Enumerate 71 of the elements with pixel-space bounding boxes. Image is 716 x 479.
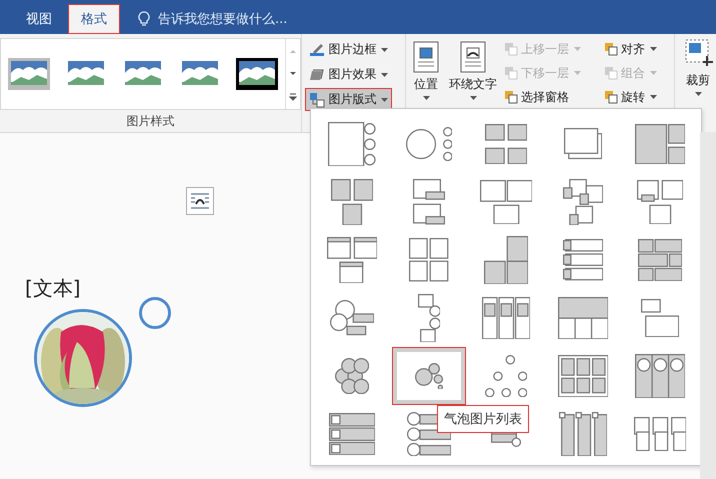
- picture-layout-option[interactable]: [392, 347, 466, 405]
- layout-diagram-icon: [328, 412, 376, 456]
- lightbulb-icon: [138, 11, 150, 27]
- shape-effect-icon: [309, 66, 326, 82]
- arrange-large-button[interactable]: 位置: [408, 38, 444, 106]
- layout-diagram-icon: [558, 354, 608, 398]
- text-field[interactable]: [文本]: [25, 275, 81, 302]
- caret-icon: [650, 95, 657, 99]
- caret-icon: [574, 71, 581, 75]
- arrange-small-button[interactable]: 对齐: [602, 38, 672, 60]
- tooltip: 气泡图片列表: [437, 405, 529, 433]
- layout-diagram-icon: [484, 124, 528, 164]
- caret-icon: [574, 47, 581, 51]
- circle-shape[interactable]: [139, 297, 171, 329]
- layout-diagram-icon: [638, 238, 682, 282]
- layout-diagram-icon: [412, 179, 446, 225]
- layout-diagram-icon: [634, 416, 686, 452]
- layout-diagram-icon: [480, 180, 532, 224]
- document-icon: [411, 40, 441, 74]
- layout-diagram-icon: [328, 122, 376, 166]
- layout-diagram-icon: [640, 298, 680, 338]
- caret-icon: [470, 96, 476, 100]
- layout-diagram-icon: [330, 178, 374, 226]
- picture-command-button[interactable]: 图片边框: [305, 38, 392, 61]
- caret-icon: [381, 98, 388, 102]
- caret-icon: [650, 47, 657, 51]
- layout-diagram-icon: [326, 236, 378, 284]
- ribbon-tab[interactable]: 视图: [14, 4, 64, 34]
- ribbon-tab[interactable]: 格式: [68, 4, 120, 34]
- layout-diagram-icon: [634, 354, 686, 398]
- caret-icon: [650, 71, 657, 75]
- layout-diagram-icon: [330, 300, 374, 336]
- picture-style-thumbnail[interactable]: [7, 57, 52, 91]
- layout-diagram-icon: [564, 128, 602, 160]
- layout-diagram-icon: [482, 296, 530, 340]
- layout-options-icon[interactable]: [186, 187, 214, 215]
- layer-icon: [604, 90, 618, 104]
- caret-icon: [422, 96, 430, 100]
- layout-diagram-icon: [418, 294, 440, 342]
- layout-diagram-icon: [414, 362, 443, 390]
- layout-diagram-icon: [484, 236, 528, 284]
- layer-icon: [504, 90, 518, 104]
- layout-diagram-icon: [484, 354, 528, 398]
- tell-me-field[interactable]: 告诉我您想要做什么...: [156, 10, 350, 28]
- layout-diagram-icon: [562, 178, 604, 226]
- picture-command-button[interactable]: 图片效果: [305, 63, 392, 86]
- caret-icon: [694, 92, 702, 96]
- pen-icon: [309, 42, 326, 58]
- arrange-small-button[interactable]: 旋转: [602, 86, 672, 108]
- layer-icon: [604, 42, 618, 56]
- layout-diagram-icon: [636, 180, 684, 224]
- caret-icon: [381, 72, 388, 76]
- caret-icon: [381, 48, 388, 52]
- layout-diagram-icon: [558, 296, 608, 340]
- arrange-large-button[interactable]: 环绕文字: [446, 38, 500, 106]
- arrange-small-button[interactable]: 选择窗格: [502, 86, 598, 108]
- layout-diagram-icon: [334, 358, 370, 394]
- layout-diagram-icon: [409, 238, 449, 282]
- document-icon: [458, 40, 488, 74]
- layout-diagram-icon: [634, 124, 686, 164]
- expand-gallery-icon[interactable]: [288, 93, 298, 102]
- layout-diagram-icon: [406, 126, 452, 162]
- crop-button[interactable]: 裁剪: [675, 34, 716, 102]
- scroll-down-icon[interactable]: [288, 70, 298, 78]
- layer-icon: [504, 66, 518, 80]
- group-label: 图片样式: [126, 112, 176, 130]
- layout-diagram-icon: [562, 239, 604, 281]
- layer-icon: [604, 66, 618, 80]
- picture-style-thumbnail[interactable]: [235, 57, 279, 91]
- layer-icon: [504, 42, 518, 56]
- layout-diagram-icon: [558, 412, 608, 456]
